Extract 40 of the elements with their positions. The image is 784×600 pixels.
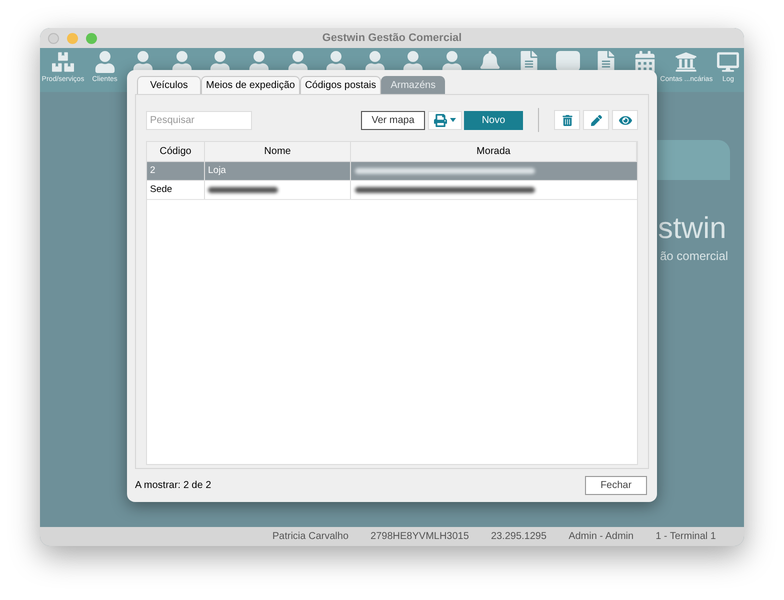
tab[interactable]: Veículos xyxy=(137,76,201,94)
eye-icon xyxy=(618,114,632,126)
printer-icon xyxy=(434,114,447,126)
new-button[interactable]: Novo xyxy=(464,110,523,130)
record-count: A mostrar: 2 de 2 xyxy=(135,478,212,493)
monitor-icon[interactable] xyxy=(717,51,740,73)
trash-icon xyxy=(562,114,572,126)
column-header[interactable]: Morada xyxy=(351,142,637,161)
tab[interactable]: Códigos postais xyxy=(300,76,382,94)
status-text: Patricia Carvalho xyxy=(272,530,349,544)
table-row[interactable]: Sede xyxy=(147,181,637,200)
tab[interactable]: Meios de expedição xyxy=(201,76,300,94)
view-button[interactable] xyxy=(612,110,638,130)
caret-icon xyxy=(450,118,456,122)
person-icon[interactable] xyxy=(94,51,116,73)
pencil-icon xyxy=(590,114,602,126)
status-text: Admin - Admin xyxy=(568,530,634,544)
square-icon[interactable] xyxy=(556,51,580,71)
table-cell-text: Loja xyxy=(208,164,226,178)
logo-subtitle: ão comercial xyxy=(660,249,728,263)
box-icon[interactable] xyxy=(52,51,74,73)
status-text: 1 - Terminal 1 xyxy=(656,530,716,544)
logo-text: stwin xyxy=(658,212,726,246)
column-header[interactable]: Nome xyxy=(205,142,351,161)
column-header[interactable]: Código xyxy=(147,142,205,161)
print-button[interactable] xyxy=(428,110,462,130)
search-field[interactable]: Pesquisar xyxy=(146,110,252,130)
blurred-text xyxy=(208,187,278,193)
delete-button[interactable] xyxy=(554,110,580,130)
doc-icon[interactable] xyxy=(595,51,618,73)
table-cell-text: 2 xyxy=(150,164,156,178)
edit-button[interactable] xyxy=(583,110,609,130)
status-text: 2798HE8YVMLH3015 xyxy=(370,530,469,544)
close-button[interactable]: Fechar xyxy=(585,476,647,495)
table-cell-text: Sede xyxy=(150,182,172,197)
bank-icon[interactable] xyxy=(675,51,698,73)
status-text: 23.295.1295 xyxy=(490,530,547,544)
map-button[interactable]: Ver mapa xyxy=(361,110,425,130)
maximize-icon[interactable] xyxy=(86,32,97,44)
window-title: Gestwin Gestão Comercial xyxy=(321,30,463,46)
